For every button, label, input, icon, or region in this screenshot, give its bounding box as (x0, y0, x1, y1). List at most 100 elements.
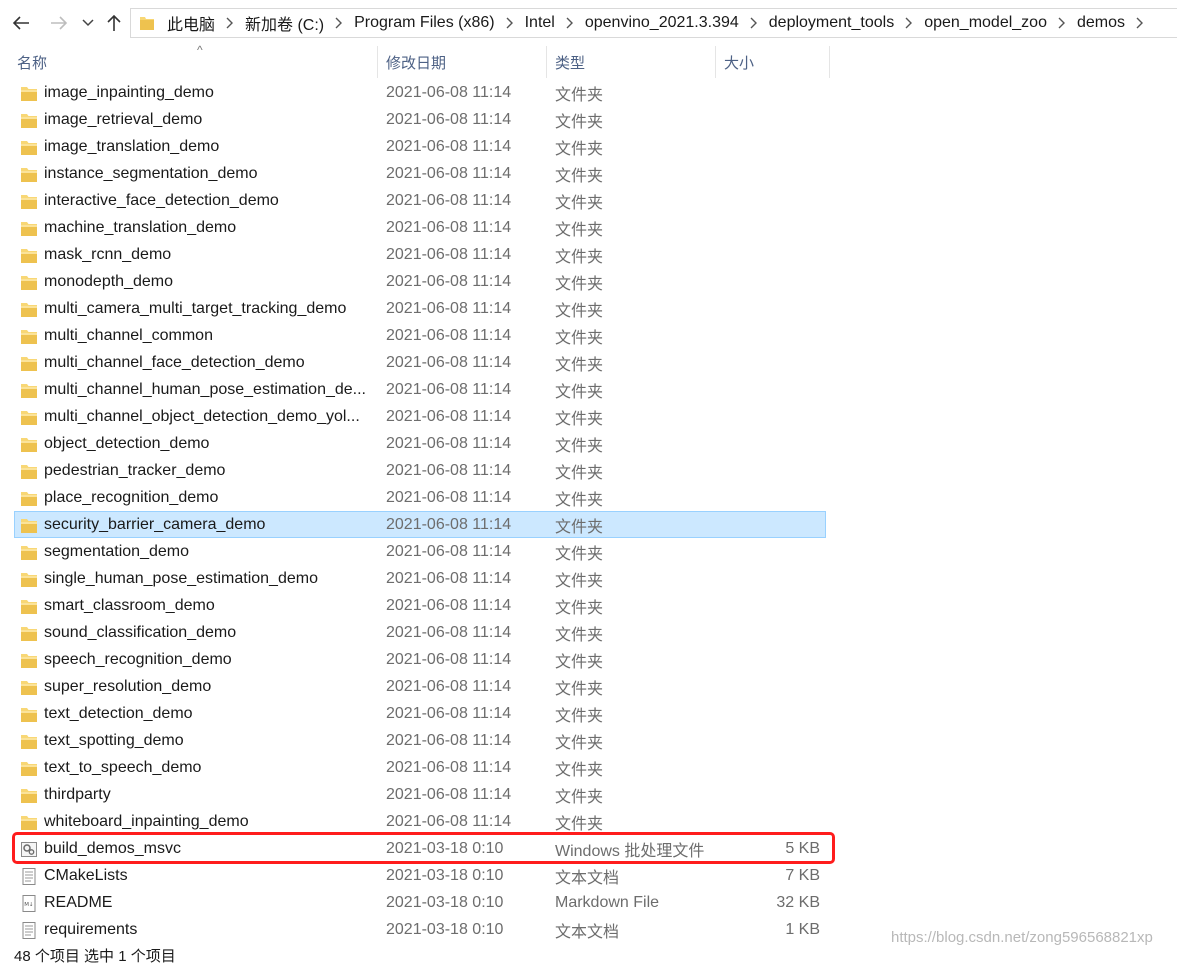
file-name: object_detection_demo (44, 434, 210, 452)
file-row[interactable]: segmentation_demo 2021-06-08 11:14 文件夹 (14, 538, 826, 565)
file-type: 文本文档 (555, 923, 620, 941)
folder-icon (20, 463, 38, 480)
file-row[interactable]: security_barrier_camera_demo 2021-06-08 1… (14, 511, 826, 538)
file-row[interactable]: whiteboard_inpainting_demo 2021-06-08 11:… (14, 808, 826, 835)
column-header-type[interactable]: 类型 (547, 46, 716, 78)
file-row[interactable]: M↓ README 2021-03-18 0:10 Markdown File 32 K… (14, 889, 826, 916)
file-type: 文件夹 (555, 302, 604, 320)
file-row[interactable]: image_inpainting_demo 2021-06-08 11:14 文件夹 (14, 79, 826, 106)
column-header-date[interactable]: 修改日期 (378, 46, 547, 78)
file-size: 32 KB (776, 893, 820, 911)
chevron-right-icon[interactable] (326, 17, 352, 29)
file-row[interactable]: multi_channel_human_pose_estimation_de..… (14, 376, 826, 403)
file-row[interactable]: text_detection_demo 2021-06-08 11:14 文件夹 (14, 700, 826, 727)
file-type: 文件夹 (555, 248, 604, 266)
file-row[interactable]: multi_channel_face_detection_demo 2021-06… (14, 349, 826, 376)
chevron-right-icon[interactable] (1049, 17, 1075, 29)
file-row[interactable]: super_resolution_demo 2021-06-08 11:14 文件夹 (14, 673, 826, 700)
file-row[interactable]: machine_translation_demo 2021-06-08 11:14… (14, 214, 826, 241)
file-type: 文件夹 (555, 140, 604, 158)
file-row[interactable]: sound_classification_demo 2021-06-08 11:1… (14, 619, 826, 646)
file-type: 文件夹 (555, 572, 604, 590)
file-type: 文件夹 (555, 653, 604, 671)
file-row[interactable]: monodepth_demo 2021-06-08 11:14 文件夹 (14, 268, 826, 295)
file-row[interactable]: mask_rcnn_demo 2021-06-08 11:14 文件夹 (14, 241, 826, 268)
svg-text:M↓: M↓ (24, 901, 33, 908)
file-name: image_inpainting_demo (44, 83, 214, 101)
file-date: 2021-06-08 11:14 (386, 272, 512, 290)
file-row[interactable]: thirdparty 2021-06-08 11:14 文件夹 (14, 781, 826, 808)
file-date: 2021-06-08 11:14 (386, 704, 512, 722)
breadcrumb-item[interactable]: 此电脑 (165, 11, 217, 35)
file-type: 文件夹 (555, 680, 604, 698)
text-file-icon (20, 922, 38, 939)
file-row[interactable]: text_to_speech_demo 2021-06-08 11:14 文件夹 (14, 754, 826, 781)
file-date: 2021-06-08 11:14 (386, 650, 512, 668)
file-date: 2021-06-08 11:14 (386, 83, 512, 101)
file-row[interactable]: multi_channel_object_detection_demo_yol.… (14, 403, 826, 430)
back-button[interactable] (8, 10, 34, 36)
file-row[interactable]: image_translation_demo 2021-06-08 11:14 文件… (14, 133, 826, 160)
column-header-type-label: 类型 (555, 54, 586, 72)
chevron-right-icon[interactable] (741, 17, 767, 29)
folder-icon (20, 355, 38, 372)
breadcrumb-item[interactable]: Intel (523, 14, 557, 32)
breadcrumb-item[interactable]: deployment_tools (767, 14, 896, 32)
file-date: 2021-06-08 11:14 (386, 353, 512, 371)
folder-icon (20, 571, 38, 588)
file-row[interactable]: multi_camera_multi_target_tracking_demo 2… (14, 295, 826, 322)
file-type: 文件夹 (555, 518, 604, 536)
file-row[interactable]: smart_classroom_demo 2021-06-08 11:14 文件夹 (14, 592, 826, 619)
column-header-name[interactable]: 名称 ^ (9, 43, 378, 78)
breadcrumb-item[interactable]: openvino_2021.3.394 (583, 14, 741, 32)
file-row[interactable]: CMakeLists 2021-03-18 0:10 文本文档 7 KB (14, 862, 826, 889)
file-date: 2021-03-18 0:10 (386, 893, 504, 911)
folder-icon (20, 112, 38, 129)
chevron-right-icon[interactable] (217, 17, 243, 29)
file-row[interactable]: text_spotting_demo 2021-06-08 11:14 文件夹 (14, 727, 826, 754)
chevron-right-icon[interactable] (896, 17, 922, 29)
file-row[interactable]: place_recognition_demo 2021-06-08 11:14 文件… (14, 484, 826, 511)
chevron-right-icon[interactable] (557, 17, 583, 29)
file-row[interactable]: image_retrieval_demo 2021-06-08 11:14 文件夹 (14, 106, 826, 133)
chevron-down-icon (82, 19, 94, 27)
breadcrumb-item[interactable]: demos (1075, 14, 1127, 32)
file-row[interactable]: speech_recognition_demo 2021-06-08 11:14 文… (14, 646, 826, 673)
forward-button[interactable] (46, 10, 72, 36)
file-size: 7 KB (785, 866, 820, 884)
column-header-name-label: 名称 (17, 54, 48, 72)
file-row[interactable]: pedestrian_tracker_demo 2021-06-08 11:14 文… (14, 457, 826, 484)
folder-icon (20, 760, 38, 777)
file-type: Markdown File (555, 893, 660, 911)
column-header-size[interactable]: 大小 (716, 46, 830, 78)
file-date: 2021-06-08 11:14 (386, 434, 512, 452)
file-name: text_spotting_demo (44, 731, 184, 749)
breadcrumb[interactable]: 此电脑 新加卷 (C:) Program Files (x86) Intel o… (130, 8, 1177, 38)
file-date: 2021-03-18 0:10 (386, 920, 504, 938)
file-row[interactable]: requirements 2021-03-18 0:10 文本文档 1 KB (14, 916, 826, 943)
file-size: 1 KB (785, 920, 820, 938)
recent-locations-button[interactable] (80, 10, 96, 36)
file-name: mask_rcnn_demo (44, 245, 172, 263)
chevron-right-icon[interactable] (497, 17, 523, 29)
folder-icon (20, 382, 38, 399)
file-date: 2021-06-08 11:14 (386, 191, 512, 209)
up-button[interactable] (102, 10, 126, 36)
up-arrow-icon (107, 14, 121, 31)
breadcrumb-item[interactable]: Program Files (x86) (352, 14, 496, 32)
file-row[interactable]: object_detection_demo 2021-06-08 11:14 文件夹 (14, 430, 826, 457)
file-name: CMakeLists (44, 866, 128, 884)
breadcrumb-item[interactable]: open_model_zoo (922, 14, 1049, 32)
file-row[interactable]: single_human_pose_estimation_demo 2021-06… (14, 565, 826, 592)
folder-icon (20, 517, 38, 534)
file-date: 2021-06-08 11:14 (386, 407, 512, 425)
file-row[interactable]: instance_segmentation_demo 2021-06-08 11:… (14, 160, 826, 187)
folder-icon (20, 787, 38, 804)
file-type: 文件夹 (555, 734, 604, 752)
chevron-right-icon[interactable] (1127, 17, 1153, 29)
breadcrumb-item[interactable]: 新加卷 (C:) (243, 11, 326, 35)
file-row[interactable]: multi_channel_common 2021-06-08 11:14 文件夹 (14, 322, 826, 349)
file-row[interactable]: interactive_face_detection_demo 2021-06-0… (14, 187, 826, 214)
folder-icon (20, 544, 38, 561)
file-date: 2021-06-08 11:14 (386, 569, 512, 587)
